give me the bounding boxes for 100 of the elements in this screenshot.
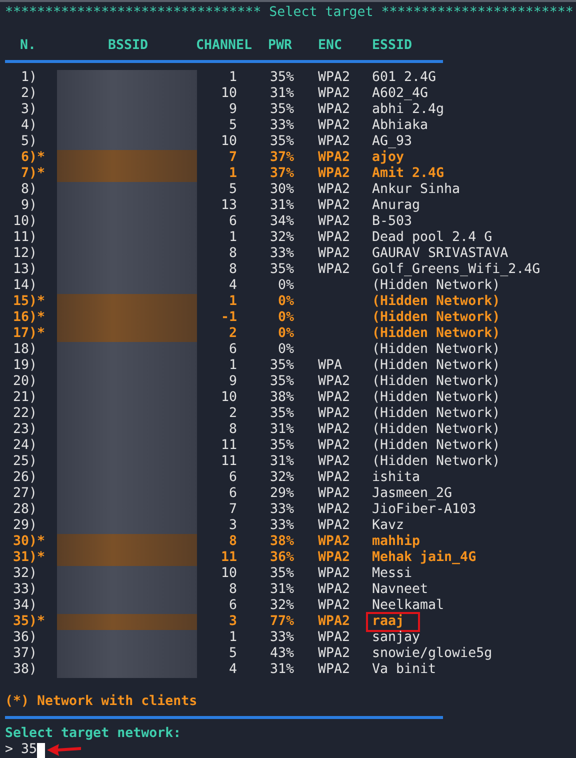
channel-cell-text: 1 xyxy=(228,166,237,182)
encryption-cell: WPA2 xyxy=(318,502,350,517)
prompt-label: Select target network: xyxy=(4,726,182,742)
channel-cell-text: 6 xyxy=(228,342,237,358)
power-cell-text: 37% xyxy=(268,166,294,182)
power-cell-text: 35% xyxy=(268,134,294,150)
channel-cell-text: 2 xyxy=(228,326,237,342)
power-cell-text: 35% xyxy=(268,566,294,582)
essid-cell: (Hidden Network) xyxy=(372,310,500,326)
cursor-icon xyxy=(37,742,46,758)
channel-cell-text: 2 xyxy=(228,406,237,422)
encryption-cell: WPA2 xyxy=(318,422,350,437)
power-cell-text: 36% xyxy=(268,550,294,566)
power-cell-text: 31% xyxy=(268,198,294,214)
clients-marker: * xyxy=(37,310,46,325)
column-header: ENC xyxy=(318,38,344,54)
channel-cell-text: 8 xyxy=(228,534,237,550)
row-number: 27) xyxy=(12,486,37,502)
channel-cell-text: 1 xyxy=(228,230,237,246)
power-cell-text: 33% xyxy=(268,118,294,134)
power-cell-text: 77% xyxy=(268,614,294,630)
channel-cell-text: 3 xyxy=(228,614,237,630)
row-number: 24) xyxy=(12,438,37,454)
encryption-cell: WPA xyxy=(318,358,342,373)
channel-cell-text: 7 xyxy=(228,150,237,166)
power-cell-text: 33% xyxy=(268,630,294,646)
channel-cell-text: 5 xyxy=(228,646,237,662)
channel-cell-text: 4 xyxy=(228,278,237,294)
row-number: 11) xyxy=(12,230,37,246)
row-number: 25) xyxy=(12,454,37,470)
column-header: BSSID xyxy=(108,38,150,54)
prompt-symbol: > xyxy=(5,742,14,758)
input-field[interactable]: 35 xyxy=(21,742,38,758)
row-number: 33) xyxy=(12,582,37,598)
column-header: ESSID xyxy=(372,38,414,54)
channel-cell-text: 10 xyxy=(220,134,237,150)
essid-cell: Neelkamal xyxy=(372,598,444,614)
essid-cell: B-503 xyxy=(372,214,412,230)
power-cell-text: 32% xyxy=(268,230,294,246)
encryption-cell: WPA2 xyxy=(318,582,350,597)
row-number: 14) xyxy=(12,278,37,294)
power-cell-text: 32% xyxy=(268,598,294,614)
clients-marker: * xyxy=(37,150,46,165)
essid-cell: (Hidden Network) xyxy=(372,454,500,470)
essid-cell: A602_4G xyxy=(372,86,428,102)
channel-cell-text: 7 xyxy=(228,502,237,518)
essid-cell: Dead pool 2.4 G xyxy=(372,230,492,246)
encryption-cell: WPA2 xyxy=(318,182,350,197)
encryption-cell: WPA2 xyxy=(318,134,350,149)
row-number: 37) xyxy=(12,646,37,662)
row-number: 32) xyxy=(12,566,37,582)
power-cell-text: 32% xyxy=(268,470,294,486)
essid-cell: 601 2.4G xyxy=(372,70,436,86)
channel-cell-text: 8 xyxy=(228,422,237,438)
essid-cell: Navneet xyxy=(372,582,428,598)
encryption-cell: WPA2 xyxy=(318,390,350,405)
power-cell-text: 33% xyxy=(268,518,294,534)
essid-cell: Abhiaka xyxy=(372,118,428,134)
row-number: 22) xyxy=(12,406,37,422)
power-cell-text: 35% xyxy=(268,406,294,422)
clients-marker: * xyxy=(37,534,46,549)
encryption-cell: WPA2 xyxy=(318,630,350,645)
power-cell-text: 37% xyxy=(268,150,294,166)
encryption-cell: WPA2 xyxy=(318,166,350,181)
encryption-cell: WPA2 xyxy=(318,214,350,229)
power-cell-text: 43% xyxy=(268,646,294,662)
row-number: 31) xyxy=(12,550,37,566)
channel-cell-text: 10 xyxy=(220,86,237,102)
channel-cell-text: 9 xyxy=(228,102,237,118)
row-number: 36) xyxy=(12,630,37,646)
clients-marker: * xyxy=(37,550,46,565)
row-number: 35) xyxy=(12,614,37,630)
essid-cell: (Hidden Network) xyxy=(372,374,500,390)
essid-cell: (Hidden Network) xyxy=(372,406,500,422)
channel-cell-text: 5 xyxy=(228,182,237,198)
row-number: 7) xyxy=(20,166,37,182)
clients-marker: * xyxy=(37,166,46,181)
essid-cell: (Hidden Network) xyxy=(372,342,500,358)
essid-cell: (Hidden Network) xyxy=(372,390,500,406)
encryption-cell: WPA2 xyxy=(318,150,350,165)
power-cell-text: 0% xyxy=(276,278,294,294)
encryption-cell: WPA2 xyxy=(318,518,350,533)
encryption-cell: WPA2 xyxy=(318,550,350,565)
power-cell-text: 0% xyxy=(276,326,294,342)
encryption-cell: WPA2 xyxy=(318,470,350,485)
channel-cell-text: 10 xyxy=(220,566,237,582)
essid-cell: (Hidden Network) xyxy=(372,294,500,310)
channel-cell-text: 9 xyxy=(228,374,237,390)
channel-cell-text: 8 xyxy=(228,246,237,262)
power-cell-text: 34% xyxy=(268,214,294,230)
channel-cell-text: 13 xyxy=(220,198,237,214)
row-number: 8) xyxy=(20,182,37,198)
encryption-cell: WPA2 xyxy=(318,646,350,661)
row-number: 23) xyxy=(12,422,37,438)
encryption-cell: WPA2 xyxy=(318,534,350,549)
power-cell-text: 33% xyxy=(268,502,294,518)
power-cell-text: 31% xyxy=(268,86,294,102)
essid-cell: GAURAV SRIVASTAVA xyxy=(372,246,508,262)
essid-cell: ajoy xyxy=(372,150,404,166)
row-number: 29) xyxy=(12,518,37,534)
